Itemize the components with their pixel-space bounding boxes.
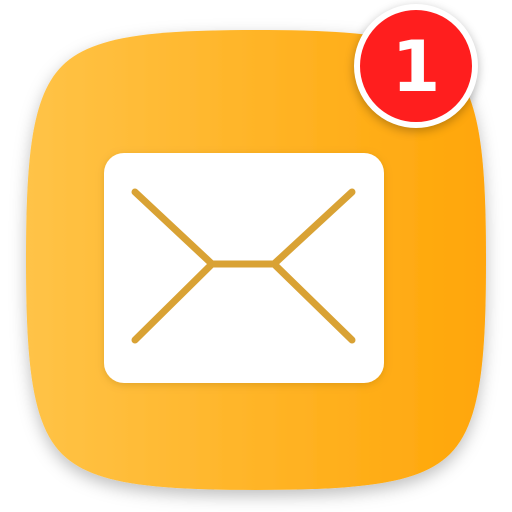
envelope-body — [104, 153, 384, 383]
badge-count: 1 — [391, 26, 441, 108]
mail-app-icon-canvas: 1 — [0, 0, 512, 512]
envelope-icon — [104, 153, 384, 383]
notification-badge: 1 — [354, 4, 478, 128]
